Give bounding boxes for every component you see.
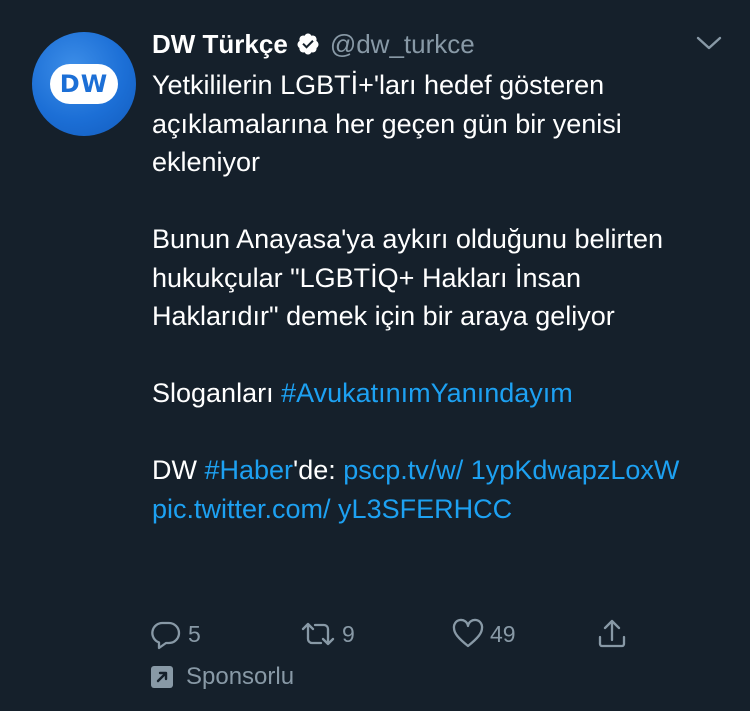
tweet-paragraph: Bunun Anayasa'ya aykırı olduğunu belirte… [152, 224, 664, 331]
tweet-header: DW Türkçe @dw_turkce [152, 26, 475, 62]
retweet-icon [301, 622, 335, 646]
media-link[interactable]: pic.twitter.com/ yL3SFERHCC [152, 494, 512, 524]
heart-icon [452, 618, 484, 648]
tweet-actions: 5 9 49 [150, 612, 650, 656]
text-segment: Sloganları [152, 378, 282, 408]
share-icon [598, 619, 626, 648]
like-count: 49 [490, 620, 516, 647]
tweet-paragraph: Yetkililerin LGBTİ+'ları hedef gösteren … [152, 70, 622, 177]
reply-icon [151, 621, 181, 650]
tweet-paragraph: Sloganları #AvukatınımYanındayım [152, 374, 712, 413]
text-segment: 'de: [293, 455, 344, 485]
dw-logo: DW [50, 64, 118, 104]
chevron-down-icon[interactable] [694, 32, 724, 54]
tweet-paragraph: DW #Haber'de: pscp.tv/w/ 1ypKdwapzLoxW p… [152, 451, 712, 528]
url-link[interactable]: pscp.tv/w/ 1ypKdwapzLoxW [343, 455, 679, 485]
text-segment: DW [152, 455, 205, 485]
verified-badge-icon [297, 33, 319, 55]
reply-button[interactable]: 5 [150, 612, 201, 656]
like-button[interactable]: 49 [452, 612, 516, 656]
hashtag-link[interactable]: #AvukatınımYanındayım [281, 378, 573, 408]
retweet-button[interactable]: 9 [300, 612, 355, 656]
avatar[interactable]: DW [32, 32, 136, 136]
tweet[interactable]: DW DW Türkçe @dw_turkce Yetkililerin LGB… [0, 0, 750, 711]
display-name[interactable]: DW Türkçe [152, 29, 288, 60]
tweet-text: Yetkililerin LGBTİ+'ları hedef gösteren … [152, 66, 712, 528]
retweet-count: 9 [342, 620, 355, 647]
hashtag-link[interactable]: #Haber [204, 455, 293, 485]
promoted-label: Sponsorlu [150, 660, 294, 694]
share-button[interactable] [596, 612, 628, 656]
handle[interactable]: @dw_turkce [330, 29, 475, 60]
reply-count: 5 [188, 620, 201, 647]
promoted-text: Sponsorlu [186, 663, 295, 690]
promoted-icon [151, 666, 173, 688]
